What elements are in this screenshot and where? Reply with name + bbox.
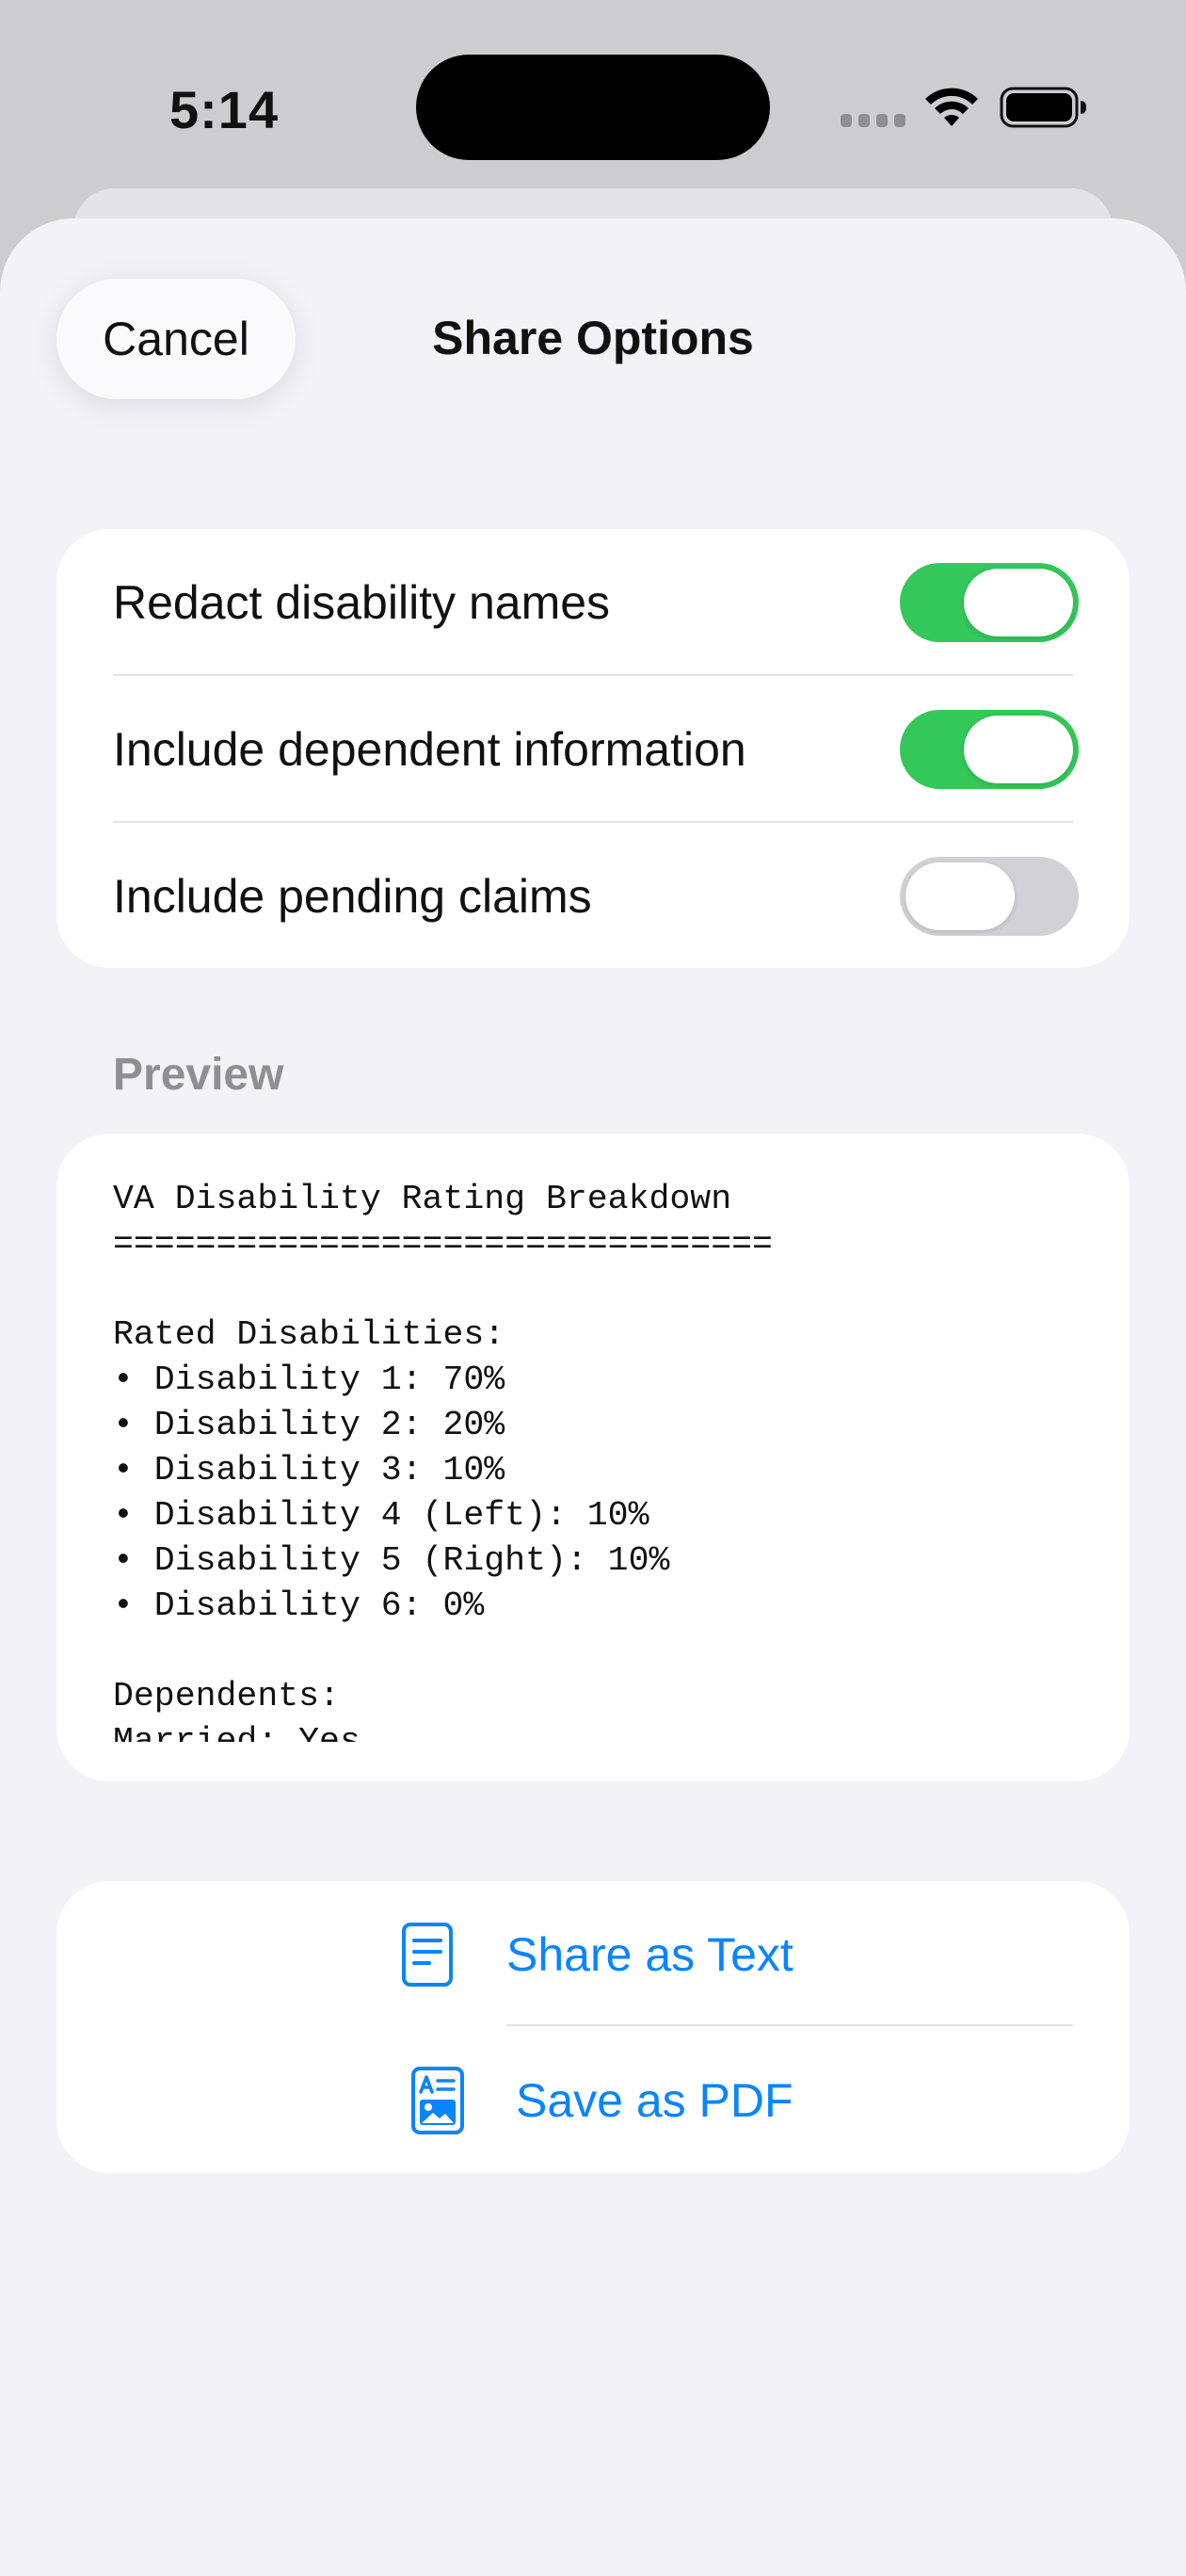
preview-line: • Disability 3: 10% [113, 1451, 505, 1489]
wifi-icon [925, 88, 978, 126]
preview-line [113, 1267, 1073, 1312]
option-label: Redact disability names [113, 576, 611, 629]
option-row-dependent-info[interactable]: Include dependent information [56, 676, 1130, 823]
preview-line: Dependents: [113, 1677, 340, 1715]
save-as-pdf-label: Save as PDF [516, 2073, 793, 2127]
divider [506, 2024, 1073, 2026]
preview-text: VA Disability Rating Breakdown ==========… [113, 1177, 1073, 1742]
preview-line: • Disability 6: 0% [113, 1586, 485, 1625]
toggle-knob [964, 569, 1073, 636]
actions-card: Share as Text Save as PDF [56, 1881, 1130, 2173]
cellular-signal-icon [841, 114, 906, 127]
save-as-pdf-button[interactable]: Save as PDF [56, 2027, 1130, 2173]
document-richtext-icon [411, 2066, 464, 2134]
preview-line: Married: Yes [113, 1722, 361, 1742]
preview-line: • Disability 1: 70% [113, 1360, 505, 1399]
option-row-redact-names[interactable]: Redact disability names [56, 529, 1130, 676]
preview-line: ================================ [113, 1225, 773, 1264]
status-time: 5:14 [169, 80, 280, 139]
options-card: Redact disability names Include dependen… [56, 529, 1130, 968]
share-as-text-button[interactable]: Share as Text [56, 1881, 1130, 2027]
option-row-pending-claims[interactable]: Include pending claims [56, 823, 1130, 970]
share-as-text-label: Share as Text [506, 1927, 793, 1981]
preview-line: • Disability 4 (Left): 10% [113, 1496, 649, 1535]
redact-names-toggle[interactable] [900, 563, 1079, 642]
dependent-info-toggle[interactable] [900, 710, 1079, 789]
preview-line [113, 1629, 1073, 1674]
option-label: Include pending claims [113, 870, 592, 923]
pending-claims-toggle[interactable] [900, 857, 1079, 936]
option-label: Include dependent information [113, 723, 746, 776]
preview-line: • Disability 5 (Right): 10% [113, 1541, 670, 1580]
preview-header: Preview [113, 1050, 284, 1100]
preview-line: • Disability 2: 20% [113, 1406, 505, 1444]
dynamic-island [416, 55, 770, 160]
preview-line: VA Disability Rating Breakdown [113, 1180, 732, 1218]
toggle-knob [964, 716, 1073, 783]
preview-card[interactable]: VA Disability Rating Breakdown ==========… [56, 1134, 1130, 1781]
document-text-icon [402, 1922, 453, 1987]
toggle-knob [906, 862, 1015, 930]
sheet-title: Share Options [432, 312, 754, 364]
screen: 5:14 Cancel Share Options Redact disabil… [0, 0, 1186, 2576]
preview-line: Rated Disabilities: [113, 1315, 505, 1354]
battery-icon [1000, 87, 1086, 128]
